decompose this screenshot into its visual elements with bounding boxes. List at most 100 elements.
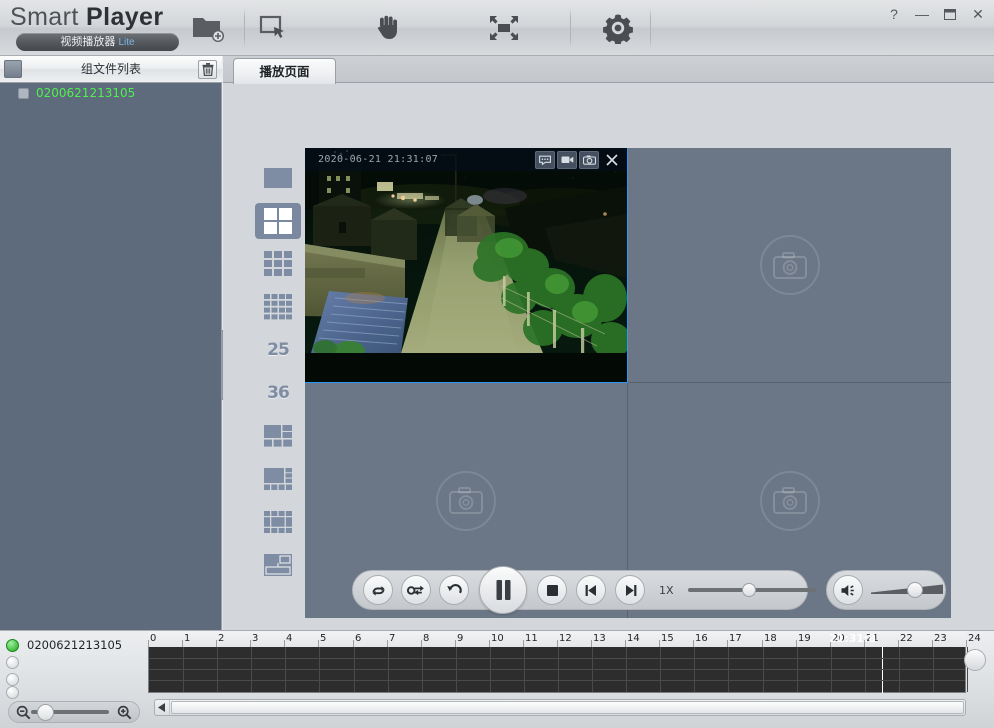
- ruler-tick-label: 13: [593, 633, 606, 644]
- maximize-button[interactable]: [942, 6, 958, 22]
- timeline-tracks[interactable]: [148, 647, 968, 693]
- help-button[interactable]: ?: [886, 6, 902, 22]
- ruler-tick-mark: [421, 640, 422, 647]
- video-timestamp: 2020-06-21 21:31:07: [318, 154, 439, 165]
- camera-placeholder-icon: [436, 470, 496, 531]
- pause-button[interactable]: [479, 566, 527, 614]
- tab-playback-page[interactable]: 播放页面: [233, 58, 336, 84]
- layout-16-icon: [264, 294, 292, 320]
- layout-button-9[interactable]: [255, 246, 301, 282]
- snapshot-button[interactable]: [579, 150, 599, 169]
- camera-icon: [772, 487, 807, 514]
- list-item-checkbox[interactable]: [18, 87, 29, 99]
- ruler-tick-label: 17: [729, 633, 742, 644]
- ruler-tick-label: 23: [934, 633, 947, 644]
- fit-screen-button[interactable]: [482, 7, 526, 49]
- audio-talk-button[interactable]: [535, 150, 555, 169]
- ruler-tick-label: 24: [968, 633, 981, 644]
- channel-row-4[interactable]: [6, 686, 27, 699]
- layout-button-custom-d[interactable]: [255, 547, 301, 583]
- channel-status-dot: [6, 656, 19, 669]
- loop-button[interactable]: [363, 575, 393, 605]
- scroll-left-button[interactable]: [155, 700, 170, 715]
- select-pointer-icon: [259, 15, 284, 38]
- ruler-tick-label: 11: [525, 633, 538, 644]
- close-cell-button[interactable]: [601, 151, 623, 169]
- timeline-cursor-time: 21:31:8: [829, 632, 877, 645]
- close-button[interactable]: ✕: [970, 6, 986, 22]
- record-button[interactable]: [557, 150, 577, 169]
- layout-button-custom-b[interactable]: [255, 461, 301, 497]
- timeline-zoom-slider[interactable]: [31, 703, 109, 721]
- video-cell-2[interactable]: [628, 148, 951, 383]
- arrow-left-icon: [158, 703, 165, 712]
- layout-button-4[interactable]: [255, 203, 301, 239]
- sidebar-header: 组文件列表: [0, 56, 222, 83]
- scrollbar-thumb[interactable]: [171, 701, 964, 714]
- channel-row-2[interactable]: [6, 656, 27, 669]
- stop-button[interactable]: [537, 575, 567, 605]
- ruler-tick-label: 3: [252, 633, 259, 644]
- ruler-tick-mark: [387, 640, 388, 647]
- channel-status-dot: [6, 686, 19, 699]
- timeline-cursor[interactable]: [882, 647, 883, 693]
- window-controls: ? — ✕: [886, 2, 986, 26]
- volume-slider[interactable]: [871, 581, 943, 599]
- channel-list: 0200621213105: [0, 631, 148, 728]
- pause-icon: [496, 580, 510, 600]
- layout-button-custom-c[interactable]: [255, 504, 301, 540]
- reverse-play-button[interactable]: [439, 575, 469, 605]
- timeline-row-divider: [149, 658, 965, 659]
- channel-row-3[interactable]: [6, 673, 27, 686]
- transport-bar: 1X: [352, 566, 816, 614]
- timeline-jog-knob[interactable]: [964, 649, 986, 671]
- hand-icon: [378, 15, 397, 39]
- zoom-out-icon: [16, 705, 31, 720]
- layout-rail: 25 36: [255, 160, 307, 590]
- layout-1-icon: [264, 168, 292, 188]
- prev-frame-button[interactable]: [576, 575, 606, 605]
- next-frame-button[interactable]: [615, 575, 645, 605]
- channel-row-1[interactable]: 0200621213105: [6, 638, 122, 652]
- zoom-in-button[interactable]: [117, 705, 132, 725]
- video-cell-1[interactable]: 2020-06-21 21:31:07: [305, 148, 628, 383]
- zoom-slider-knob[interactable]: [37, 704, 54, 721]
- timeline-horizontal-scrollbar[interactable]: [154, 699, 966, 716]
- sync-play-button[interactable]: [401, 575, 431, 605]
- playback-speed-slider[interactable]: [687, 582, 816, 598]
- ruler-tick-mark: [659, 640, 660, 647]
- toolbar-divider-3: [650, 8, 651, 48]
- zoom-out-button[interactable]: [16, 705, 31, 725]
- ruler-tick-mark: [966, 640, 967, 647]
- main-pane: 播放页面 25 36 2020-06-21 21:31:07: [223, 56, 994, 630]
- ruler-tick-label: 14: [627, 633, 640, 644]
- layout-9-icon: [264, 251, 292, 276]
- camcorder-icon: [561, 156, 573, 163]
- ruler-tick-label: 4: [286, 633, 293, 644]
- timeline-track-area: 0 1 2 3 4 5 6 7 8 9 10 11 12 13 14 15 16 17 18 19 20 21 22 23 24…: [148, 631, 994, 728]
- list-item[interactable]: 0200621213105: [0, 83, 222, 103]
- pan-tool-button[interactable]: [366, 7, 410, 49]
- gear-icon: [603, 14, 633, 44]
- ruler-tick-label: 22: [900, 633, 913, 644]
- volume-slider-knob[interactable]: [907, 582, 923, 598]
- ruler-tick-label: 5: [320, 633, 327, 644]
- delete-group-button[interactable]: [198, 60, 217, 79]
- minimize-button[interactable]: —: [914, 6, 930, 22]
- ruler-tick-mark: [523, 640, 524, 647]
- layout-button-36[interactable]: 36: [255, 375, 301, 411]
- open-folder-button[interactable]: [186, 7, 230, 49]
- speed-slider-knob[interactable]: [741, 583, 756, 597]
- layout-custom-b-icon: [264, 468, 292, 490]
- layout-4-icon: [264, 208, 292, 234]
- settings-button[interactable]: [596, 7, 640, 49]
- layout-button-custom-a[interactable]: [255, 418, 301, 454]
- layout-button-1[interactable]: [255, 160, 301, 196]
- ruler-tick-label: 1: [184, 633, 191, 644]
- playback-speed-label: 1X: [659, 583, 674, 597]
- select-tool-button[interactable]: [252, 7, 296, 49]
- layout-button-16[interactable]: [255, 289, 301, 325]
- mute-button[interactable]: [833, 575, 863, 605]
- layout-button-25[interactable]: 25: [255, 332, 301, 368]
- ruler-tick-label: 0: [150, 633, 157, 644]
